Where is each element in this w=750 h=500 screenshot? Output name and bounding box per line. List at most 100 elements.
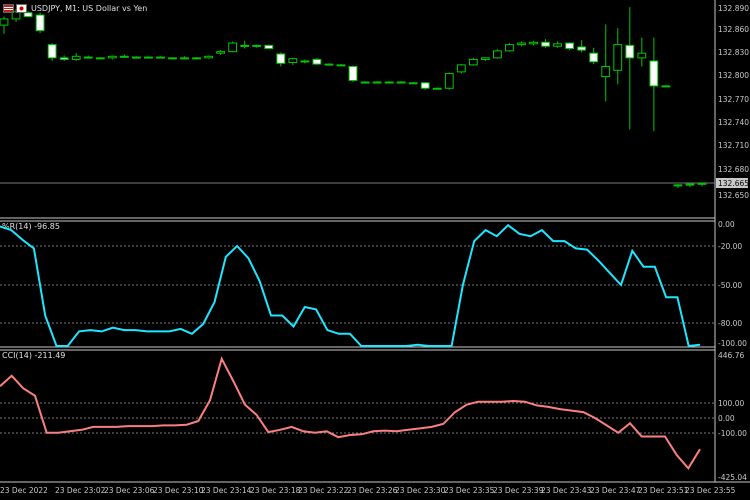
candle-body[interactable] — [312, 58, 322, 65]
time-tick: 23 Dec 23:22 — [298, 486, 349, 495]
price-tick: 132.770 — [718, 95, 749, 104]
candle-body[interactable] — [47, 44, 57, 59]
candle-body[interactable] — [0, 18, 9, 26]
time-tick: 23 Dec 23:06 — [104, 486, 155, 495]
current-price-label: 132.665 — [718, 179, 749, 188]
candle-body[interactable] — [444, 72, 454, 89]
candle-body[interactable] — [264, 44, 274, 50]
candle-body[interactable] — [95, 57, 105, 60]
candle-body[interactable] — [240, 44, 250, 47]
candle-body[interactable] — [384, 81, 394, 84]
time-tick: 23 Dec 23:39 — [493, 486, 544, 495]
candle-body[interactable] — [59, 57, 69, 60]
wpr-level-label: -80.00 — [718, 319, 742, 328]
candle-body[interactable] — [276, 53, 286, 64]
candle-body[interactable] — [517, 42, 526, 46]
candle-body[interactable] — [360, 81, 370, 84]
candle-body[interactable] — [553, 43, 562, 47]
candle-body[interactable] — [107, 55, 117, 59]
candle-body[interactable] — [637, 52, 647, 59]
cci-level-label: 0.00 — [718, 414, 735, 423]
candle-body[interactable] — [649, 60, 659, 87]
japan-flag-icon — [16, 4, 27, 13]
candle-body[interactable] — [324, 63, 334, 66]
time-tick: 23 Dec 23:18 — [250, 486, 301, 495]
chart-background — [0, 0, 750, 500]
candle-body[interactable] — [216, 51, 226, 54]
candle-body[interactable] — [83, 56, 93, 59]
candle-body[interactable] — [288, 58, 298, 64]
price-tick: 132.680 — [718, 165, 749, 174]
time-tick: 23 Dec 23:30 — [395, 486, 446, 495]
time-tick: 23 Dec 23:55 — [685, 486, 736, 495]
price-tick: 132.830 — [718, 48, 749, 57]
candle-body[interactable] — [480, 57, 490, 60]
time-tick: 23 Dec 23:10 — [153, 486, 204, 495]
price-axis[interactable]: 132.890 132.860 132.830 132.800 132.770 … — [716, 4, 749, 200]
candle-body[interactable] — [493, 50, 502, 59]
time-tick: 23 Dec 23:02 — [55, 486, 106, 495]
time-tick: 23 Dec 23:51 — [638, 486, 689, 495]
candle-body[interactable] — [71, 55, 81, 60]
time-tick: 23 Dec 23:35 — [444, 486, 495, 495]
candle-body[interactable] — [541, 41, 550, 47]
candle-body[interactable] — [119, 55, 129, 58]
time-tick: 23 Dec 23:43 — [541, 486, 592, 495]
candle-body[interactable] — [505, 44, 514, 52]
candle-body[interactable] — [468, 58, 478, 66]
us-flag-icon — [3, 4, 14, 13]
candle-body[interactable] — [156, 56, 165, 59]
time-tick: 23 Dec 23:26 — [347, 486, 398, 495]
candle-body[interactable] — [432, 87, 442, 90]
candle-body[interactable] — [204, 55, 213, 59]
candle-body[interactable] — [685, 183, 695, 186]
candle-body[interactable] — [396, 81, 406, 84]
wpr-level-label: -20.00 — [718, 242, 742, 251]
trading-chart[interactable]: USDJPY, M1: US Dollar vs Yen %R(14) -96.… — [0, 0, 750, 500]
candle-body[interactable] — [168, 57, 177, 60]
candle-body[interactable] — [35, 14, 45, 32]
price-tick: 132.710 — [718, 141, 749, 150]
candle-body[interactable] — [420, 82, 430, 89]
candle-body[interactable] — [697, 182, 707, 185]
candle-body[interactable] — [336, 64, 346, 67]
candle-body[interactable] — [228, 42, 238, 53]
candle-body[interactable] — [673, 184, 683, 187]
candle-body[interactable] — [252, 44, 262, 47]
candle-body[interactable] — [613, 44, 623, 71]
price-tick: 132.890 — [718, 4, 749, 13]
time-axis[interactable]: 23 Dec 2022 23 Dec 23:02 23 Dec 23:06 23… — [0, 486, 736, 495]
candle-body[interactable] — [601, 65, 611, 78]
cci-level-label: -425.04 — [718, 473, 747, 482]
candle-body[interactable] — [589, 52, 599, 63]
candle-body[interactable] — [456, 64, 466, 73]
candle-body[interactable] — [661, 85, 671, 88]
cci-level-label: -100.00 — [718, 429, 747, 438]
cci-level-label: 100.00 — [718, 399, 744, 408]
candle-body[interactable] — [529, 41, 538, 45]
price-tick: 132.740 — [718, 118, 749, 127]
time-tick: 23 Dec 2022 — [0, 486, 48, 495]
time-tick: 23 Dec 23:14 — [201, 486, 252, 495]
candle-body[interactable] — [625, 44, 635, 59]
cci-label: CCI(14) -211.49 — [2, 351, 65, 360]
candle-body[interactable] — [565, 42, 575, 50]
cci-level-label: 446.76 — [718, 351, 744, 360]
candle-body[interactable] — [300, 60, 310, 63]
candle-body[interactable] — [180, 57, 189, 60]
price-tick: 132.800 — [718, 71, 749, 80]
price-tick: 132.650 — [718, 191, 749, 200]
candle-body[interactable] — [131, 56, 141, 59]
candle-body[interactable] — [408, 82, 418, 85]
candle-body[interactable] — [348, 65, 358, 81]
chart-title: USDJPY, M1: US Dollar vs Yen — [31, 4, 147, 13]
candle-body[interactable] — [192, 57, 201, 60]
wpr-level-label: 0.00 — [718, 220, 735, 229]
price-tick: 132.860 — [718, 25, 749, 34]
candle-body[interactable] — [372, 81, 382, 84]
wpr-level-label: -50.00 — [718, 281, 742, 290]
candle-body[interactable] — [577, 46, 587, 51]
candle-body[interactable] — [144, 56, 153, 59]
wpr-level-label: -100.00 — [718, 339, 747, 348]
candle-body[interactable] — [23, 12, 33, 18]
